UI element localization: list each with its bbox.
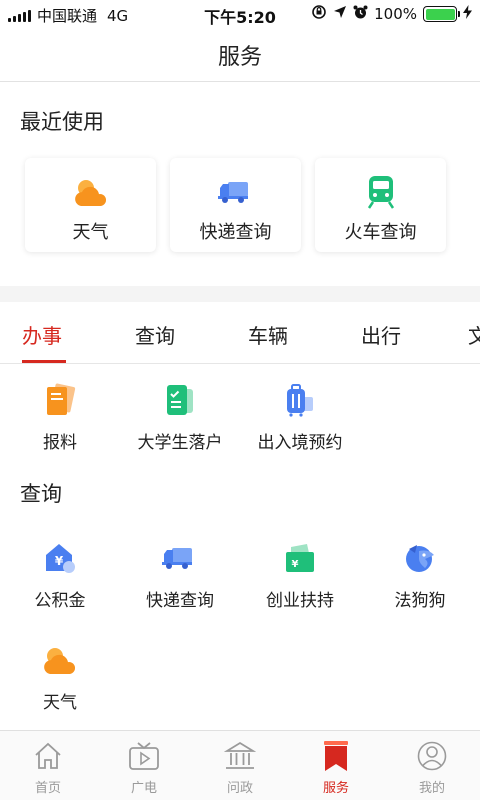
active-tab-indicator (22, 360, 66, 363)
grid-item-label: 法狗狗 (394, 591, 446, 611)
grid-item-gongjijin[interactable]: ¥ 公积金 (0, 540, 120, 611)
category-tabs: 办事 查询 车辆 出行 文 (0, 302, 480, 364)
tabbar-label: 服务 (322, 781, 349, 796)
tabbar-item-home[interactable]: 首页 (0, 731, 96, 800)
recent-card-label: 火车查询 (344, 222, 417, 243)
checklist-icon (162, 382, 198, 418)
tab-chaxun[interactable]: 查询 (135, 320, 175, 349)
delivery-truck-icon (162, 540, 198, 576)
svg-text:¥: ¥ (292, 559, 299, 570)
grid-item-fagougou[interactable]: 法狗狗 (360, 540, 480, 611)
recent-section: 最近使用 天气 快递查询 火车查询 (0, 82, 480, 286)
charging-bolt-icon (463, 5, 472, 23)
tab-wen[interactable]: 文 (468, 320, 480, 349)
grid-item-label: 创业扶持 (266, 591, 334, 611)
recent-card-train[interactable]: 火车查询 (315, 158, 446, 252)
grid-item-label: 公积金 (34, 591, 86, 611)
grid-item-label: 大学生落户 (137, 433, 223, 453)
delivery-truck-icon (217, 174, 254, 210)
recent-card-weather[interactable]: 天气 (25, 158, 156, 252)
tab-cheliang[interactable]: 车辆 (248, 320, 288, 349)
luggage-icon (282, 382, 318, 418)
bottom-tab-bar: 首页 广电 问政 服务 我的 (0, 730, 480, 800)
grid-item-daxuesheng-luohu[interactable]: 大学生落户 (120, 382, 240, 453)
recent-card-delivery[interactable]: 快递查询 (170, 158, 301, 252)
tabbar-label: 广电 (130, 781, 157, 796)
government-building-icon (223, 739, 257, 773)
battery-icon (423, 6, 460, 22)
tab-banshi[interactable]: 办事 (22, 320, 62, 349)
profile-icon (415, 739, 449, 773)
grid-item-churujing-yuyue[interactable]: 出入境预约 (240, 382, 360, 453)
tabbar-label: 问政 (226, 781, 253, 796)
recent-card-label: 快递查询 (199, 222, 272, 243)
grid-item-baoliao[interactable]: 报料 (0, 382, 120, 453)
dog-logo-icon (402, 540, 438, 576)
home-icon (31, 739, 65, 773)
grid-item-label: 报料 (43, 433, 77, 453)
grid-item-label: 快递查询 (146, 591, 214, 611)
tabbar-label: 首页 (34, 781, 61, 796)
weather-icon (42, 642, 78, 678)
train-icon (363, 174, 399, 210)
housing-fund-icon: ¥ (42, 540, 78, 576)
money-wallet-icon: ¥ (282, 540, 318, 576)
battery-percent: 100% (374, 5, 417, 23)
tabbar-item-guangdian[interactable]: 广电 (96, 731, 192, 800)
section-title-chaxun: 查询 (20, 482, 62, 506)
status-right: 100% (311, 4, 472, 24)
page-title: 服务 (217, 44, 262, 70)
grid-item-kuaidi-chaxun[interactable]: 快递查询 (120, 540, 240, 611)
location-arrow-icon (333, 5, 347, 23)
status-bar: 中国联通 4G 下午5:20 100% (0, 0, 480, 28)
tabbar-label: 我的 (418, 781, 445, 796)
navigation-bar: 服务 (0, 28, 480, 82)
alarm-icon (353, 5, 368, 24)
recent-section-title: 最近使用 (20, 110, 104, 134)
section-divider (0, 286, 480, 302)
tv-icon (127, 739, 161, 773)
report-document-icon (42, 382, 78, 418)
grid-item-label: 天气 (43, 693, 77, 713)
tabbar-item-wode[interactable]: 我的 (384, 731, 480, 800)
svg-text:¥: ¥ (55, 554, 64, 568)
tab-chuxing[interactable]: 出行 (361, 320, 401, 349)
recent-card-label: 天气 (72, 222, 109, 243)
recent-cards: 天气 快递查询 火车查询 (25, 158, 446, 252)
grid-item-tianqi[interactable]: 天气 (0, 642, 120, 713)
tabbar-item-fuwu[interactable]: 服务 (288, 731, 384, 800)
bookmark-service-icon (319, 739, 353, 773)
grid-item-label: 出入境预约 (257, 433, 343, 453)
tabbar-item-wenzheng[interactable]: 问政 (192, 731, 288, 800)
lock-rotation-icon (311, 4, 327, 24)
grid-item-chuangye-fuchi[interactable]: ¥ 创业扶持 (240, 540, 360, 611)
weather-icon (73, 174, 109, 210)
